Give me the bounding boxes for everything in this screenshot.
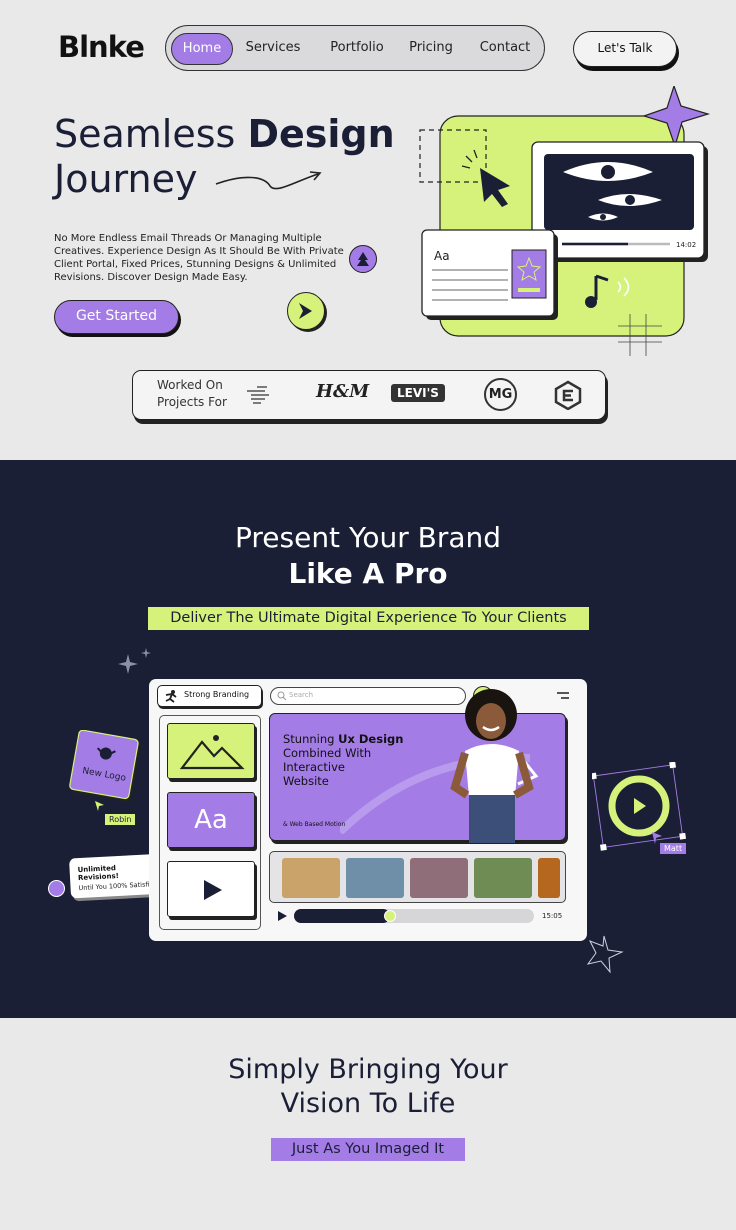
nav-portfolio[interactable]: Portfolio xyxy=(321,33,393,65)
hero-title-regular: Seamless xyxy=(54,112,236,156)
progress-fill xyxy=(294,909,390,923)
sparkle-icon xyxy=(118,648,151,674)
thumbnail[interactable] xyxy=(538,858,560,898)
present-tagline: Deliver The Ultimate Digital Experience … xyxy=(148,607,589,630)
hero-title-line2: Journey xyxy=(54,157,198,201)
search-icon xyxy=(277,691,287,701)
nav-services[interactable]: Services xyxy=(240,33,306,65)
hero-illustration: 14:02 Aa xyxy=(419,86,711,356)
banner-line4: Website xyxy=(283,774,329,788)
squiggle-arrow-icon xyxy=(215,171,322,190)
brand-logo[interactable]: Blnke xyxy=(58,30,145,64)
clients-label: Worked On Projects For xyxy=(157,378,227,409)
lets-talk-button[interactable]: Let's Talk xyxy=(573,31,677,67)
get-started-button[interactable]: Get Started xyxy=(54,300,179,334)
banner-line2: Combined With xyxy=(283,746,372,760)
e-brand-logo-icon xyxy=(554,380,582,410)
play-icon xyxy=(204,880,222,900)
nav-pricing[interactable]: Pricing xyxy=(404,33,458,65)
runner-icon xyxy=(165,690,177,703)
branding-label: Strong Branding xyxy=(184,690,250,699)
video-time: 15:05 xyxy=(542,912,563,920)
banner-bold: Ux Design xyxy=(338,732,404,746)
hm-logo: H&M xyxy=(316,381,370,402)
bubble-subtitle: Until You 100% Satisfied xyxy=(78,879,158,893)
levis-logo: LEVI'S xyxy=(391,384,445,402)
hero-title-bold: Design xyxy=(247,112,395,156)
present-title-line1: Present Your Brand xyxy=(234,521,502,554)
person-photo xyxy=(450,689,534,843)
nav-contact[interactable]: Contact xyxy=(476,33,534,65)
matt-label: Matt xyxy=(660,843,687,854)
tree-icon xyxy=(349,245,377,273)
present-title: Present Your Brand Like A Pro xyxy=(0,520,736,592)
star-outline-icon xyxy=(586,935,624,974)
robin-label: Robin xyxy=(105,814,136,825)
banner-footer: & Web Based Motion xyxy=(283,821,346,828)
present-title-line2: Like A Pro xyxy=(288,557,448,590)
vision-title-line2: Vision To Life xyxy=(280,1088,456,1119)
mountain-icon xyxy=(179,735,245,770)
search-placeholder: Search xyxy=(289,691,314,699)
banner-text: Stunning Ux Design Combined With Interac… xyxy=(283,732,403,788)
banner-line1: Stunning xyxy=(283,732,335,746)
progress-track[interactable] xyxy=(294,909,534,923)
image-tile[interactable] xyxy=(167,723,255,779)
thumbnail[interactable] xyxy=(282,858,340,898)
clients-strip: Worked On Projects For H&M LEVI'S MG xyxy=(132,370,606,420)
banner-line3: Interactive xyxy=(283,760,345,774)
mg-logo: MG xyxy=(484,378,517,411)
main-nav: Home Services Portfolio Pricing Contact xyxy=(165,25,545,71)
play-widget[interactable] xyxy=(592,762,686,852)
progress-knob[interactable] xyxy=(384,910,396,922)
bubble-title: Unlimited Revisions! xyxy=(77,864,120,883)
play-icon[interactable] xyxy=(276,910,288,922)
vision-title-line1: Simply Bringing Your xyxy=(228,1054,508,1085)
tile-column: Aa xyxy=(159,715,261,930)
thumbnail[interactable] xyxy=(346,858,404,898)
video-tile[interactable] xyxy=(167,861,255,917)
hero-description: No More Endless Email Threads Or Managin… xyxy=(54,233,344,283)
cursor-icon xyxy=(95,801,104,811)
branding-chip[interactable]: Strong Branding xyxy=(157,685,262,707)
thumbnail[interactable] xyxy=(474,858,532,898)
menu-icon[interactable] xyxy=(555,691,571,701)
mock-text-label: Aa xyxy=(434,249,450,263)
thumbnail-strip xyxy=(269,851,566,903)
vision-title: Simply Bringing Your Vision To Life xyxy=(0,1053,736,1121)
hand-pointer-icon xyxy=(247,386,269,404)
text-tile[interactable]: Aa xyxy=(167,792,255,848)
search-field[interactable]: Search xyxy=(270,687,466,705)
forward-arrow-icon[interactable] xyxy=(287,292,325,330)
nav-home[interactable]: Home xyxy=(171,33,233,65)
thumbnail[interactable] xyxy=(410,858,468,898)
mock-video-time: 14:02 xyxy=(676,241,696,249)
vision-tagline: Just As You Imaged It xyxy=(271,1138,465,1161)
preview-card: Strong Branding Search Aa Stunning Ux De… xyxy=(149,679,587,941)
avatar xyxy=(48,880,65,897)
